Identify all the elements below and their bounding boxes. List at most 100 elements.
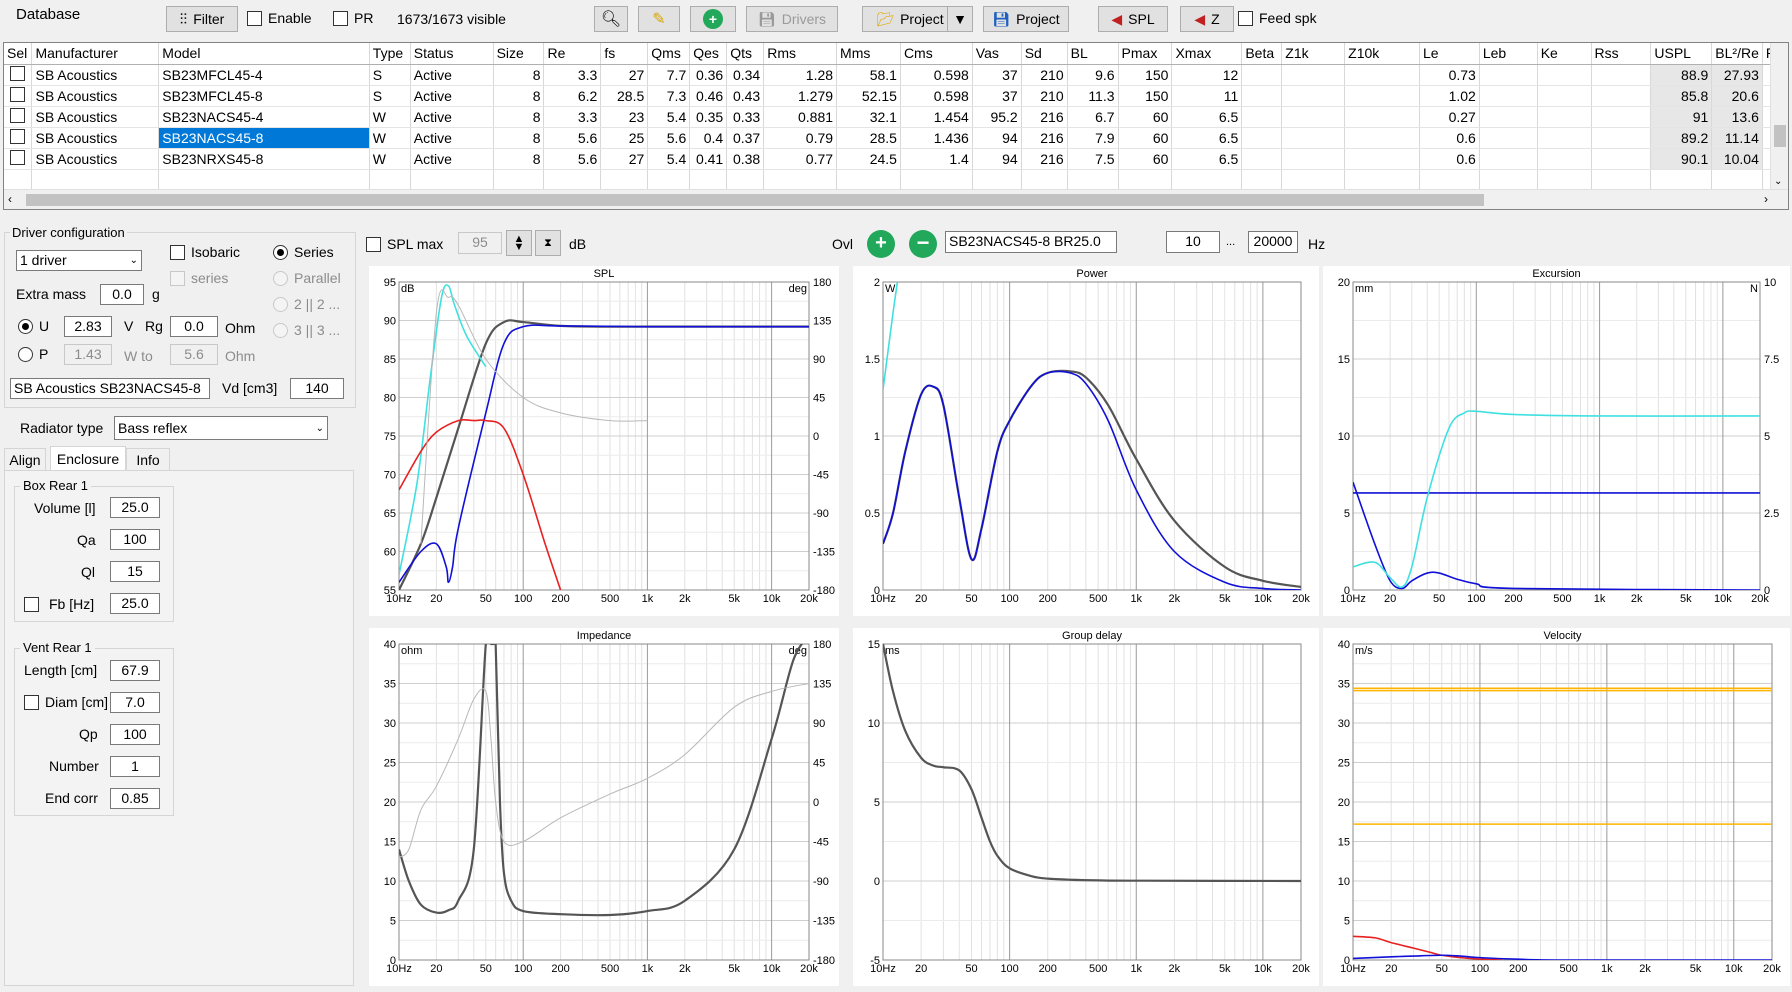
table-vertical-scrollbar[interactable]: ⌄	[1770, 43, 1788, 189]
freq-max-input[interactable]: 20000	[1248, 231, 1298, 253]
tab-enclosure[interactable]: Enclosure	[50, 446, 126, 471]
pr-checkbox[interactable]: PR	[333, 10, 373, 26]
rg-input[interactable]: 0.0	[170, 316, 218, 337]
qa-input[interactable]: 100	[110, 529, 160, 550]
table-row[interactable]	[4, 169, 1788, 191]
column-header[interactable]: fs	[600, 43, 649, 65]
column-header[interactable]: Type	[369, 43, 411, 65]
spl-max-input[interactable]: 95	[458, 232, 502, 254]
column-header[interactable]: BL	[1067, 43, 1119, 65]
column-header[interactable]: Size	[493, 43, 545, 65]
vd-input[interactable]: 140	[290, 378, 344, 399]
chevron-left-icon[interactable]: ‹	[8, 192, 12, 206]
column-header[interactable]: Cms	[900, 43, 973, 65]
fb-input[interactable]: 25.0	[110, 593, 160, 614]
column-header[interactable]: Qes	[689, 43, 728, 65]
column-header[interactable]: Re	[543, 43, 602, 65]
overlay-add-icon[interactable]: +	[867, 230, 895, 258]
column-header[interactable]: Status	[410, 43, 494, 65]
column-header[interactable]: Z10k	[1344, 43, 1420, 65]
spl-plot[interactable]: SPL dB deg 95 90 85 80 75 70 65 60 55 180 135 90 45 0 -45…	[369, 266, 839, 616]
project-save-button[interactable]: 💾︎ Project	[983, 6, 1069, 32]
column-header[interactable]: Manufacturer	[31, 43, 160, 65]
volume-input[interactable]: 25.0	[110, 497, 160, 518]
voltage-radio[interactable]: U	[18, 318, 49, 334]
spl-fit-button[interactable]: ⧗	[535, 230, 561, 256]
isobaric-checkbox[interactable]: Isobaric	[170, 244, 240, 260]
table-row[interactable]: SB Acoustics SB23NRXS45-8 W Active 8 5.6 27 5.4…	[4, 148, 1788, 170]
qp-input[interactable]: 100	[110, 724, 160, 745]
table-row[interactable]: SB Acoustics SB23MFCL45-4 S Active 8 3.3 27 7.7…	[4, 64, 1788, 86]
column-header[interactable]: Leb	[1479, 43, 1538, 65]
filter-button[interactable]: ⫶⫶ Filter	[166, 6, 238, 32]
end-corr-input[interactable]: 0.85	[110, 788, 160, 809]
column-header[interactable]: Sel	[4, 43, 33, 65]
chevron-down-icon[interactable]: ⌄	[1774, 176, 1782, 187]
spl-up-down-button[interactable]: ▲ ▼	[506, 230, 532, 256]
column-header[interactable]: Qms	[647, 43, 691, 65]
ql-input[interactable]: 15	[110, 561, 160, 582]
extra-mass-input[interactable]: 0.0	[100, 284, 144, 305]
power-input[interactable]: 1.43	[64, 344, 112, 365]
driver-name-field[interactable]: SB Acoustics SB23NACS45-8	[10, 378, 210, 399]
number-input[interactable]: 1	[110, 756, 160, 777]
column-header[interactable]: Pmax	[1118, 43, 1173, 65]
tab-align[interactable]: Align	[4, 448, 46, 470]
series-radio[interactable]: Series	[273, 244, 334, 260]
add-button[interactable]: +	[690, 6, 736, 32]
z-button[interactable]: ◀ Z	[1180, 6, 1234, 32]
column-header[interactable]: BL²/Re	[1711, 43, 1763, 65]
column-header[interactable]: Beta	[1241, 43, 1283, 65]
table-row[interactable]: SB Acoustics SB23NACS45-4 W Active 8 3.3 23 5.4…	[4, 106, 1788, 128]
chevron-right-icon[interactable]: ›	[1764, 192, 1768, 206]
fb-checkbox[interactable]: Fb [Hz]	[24, 596, 94, 612]
parallel-3-radio[interactable]: 3 || 3 ...	[273, 322, 340, 338]
spl-max-checkbox[interactable]: SPL max	[366, 236, 443, 252]
feed-spk-checkbox[interactable]: Feed spk	[1238, 10, 1317, 26]
column-header[interactable]: Vas	[972, 43, 1022, 65]
power-ohm-input[interactable]: 5.6	[170, 344, 218, 365]
column-header[interactable]: Qts	[726, 43, 765, 65]
scrollbar-thumb[interactable]	[1774, 125, 1786, 147]
column-header[interactable]: Rss	[1591, 43, 1652, 65]
power-radio[interactable]: P	[18, 346, 48, 362]
column-header[interactable]: Model	[158, 43, 370, 65]
diam-input[interactable]: 7.0	[110, 692, 160, 713]
enable-checkbox[interactable]: Enable	[247, 10, 312, 26]
project-open-button[interactable]: 📂︎ Project	[862, 6, 958, 32]
spl-button[interactable]: ◀ SPL	[1098, 6, 1168, 32]
table-row[interactable]: SB Acoustics SB23NACS45-8 W Active 8 5.6 25 5.6…	[4, 127, 1788, 149]
table-row[interactable]: SB Acoustics SB23MFCL45-8 S Active 8 6.2 28.5 7…	[4, 85, 1788, 107]
velocity-plot[interactable]: Velocity m/s 40 35 30 25 20 15 10 5 0 10Hz 20 50 100 20…	[1323, 628, 1790, 986]
diam-checkbox[interactable]: Diam [cm]	[24, 694, 108, 710]
power-plot[interactable]: Power W 2 1.5 1 0.5 0 10Hz 20 50 100 200 500 1k 2k 5k 10…	[853, 266, 1319, 616]
impedance-plot[interactable]: Impedance ohm deg 40 35 30 25 20 15 10 5 0 180 135 90 4…	[369, 628, 839, 986]
edit-button[interactable]: ✎	[638, 6, 680, 32]
column-header[interactable]: USPL	[1650, 43, 1713, 65]
column-header[interactable]: Mms	[836, 43, 901, 65]
excursion-plot[interactable]: Excursion mm N 20 15 10 5 0 10 7.5 5 2.5 0 10Hz 20 50 10…	[1323, 266, 1790, 616]
row-select-checkbox[interactable]	[4, 148, 33, 170]
radiator-type-select[interactable]: Bass reflex ⌄	[114, 416, 328, 440]
series-checkbox[interactable]: series	[170, 270, 228, 286]
overlay-remove-icon[interactable]: −	[909, 230, 937, 258]
freq-min-input[interactable]: 10	[1166, 231, 1220, 253]
row-select-checkbox[interactable]	[4, 127, 33, 149]
project-dropdown-button[interactable]: ▼	[947, 6, 973, 32]
parallel-radio[interactable]: Parallel	[273, 270, 341, 286]
column-header[interactable]: Rms	[763, 43, 838, 65]
group-delay-plot[interactable]: Group delay ms 15 10 5 0 -5 10Hz 20 50 100 200 500 1k…	[853, 628, 1319, 986]
row-select-checkbox[interactable]	[4, 85, 33, 107]
column-header[interactable]: Le	[1419, 43, 1480, 65]
table-horizontal-scrollbar[interactable]: ‹ ›	[4, 189, 1788, 209]
search-button[interactable]: 🔍︎	[594, 6, 628, 32]
row-select-checkbox[interactable]	[4, 106, 33, 128]
tab-info[interactable]: Info	[126, 448, 170, 470]
column-header[interactable]: Ke	[1537, 43, 1592, 65]
row-select-checkbox[interactable]	[4, 64, 33, 86]
voltage-input[interactable]: 2.83	[64, 316, 112, 337]
parallel-2-radio[interactable]: 2 || 2 ...	[273, 296, 340, 312]
driver-count-select[interactable]: 1 driver ⌄	[16, 250, 142, 271]
column-header[interactable]: Xmax	[1171, 43, 1243, 65]
column-header[interactable]: Z1k	[1281, 43, 1346, 65]
